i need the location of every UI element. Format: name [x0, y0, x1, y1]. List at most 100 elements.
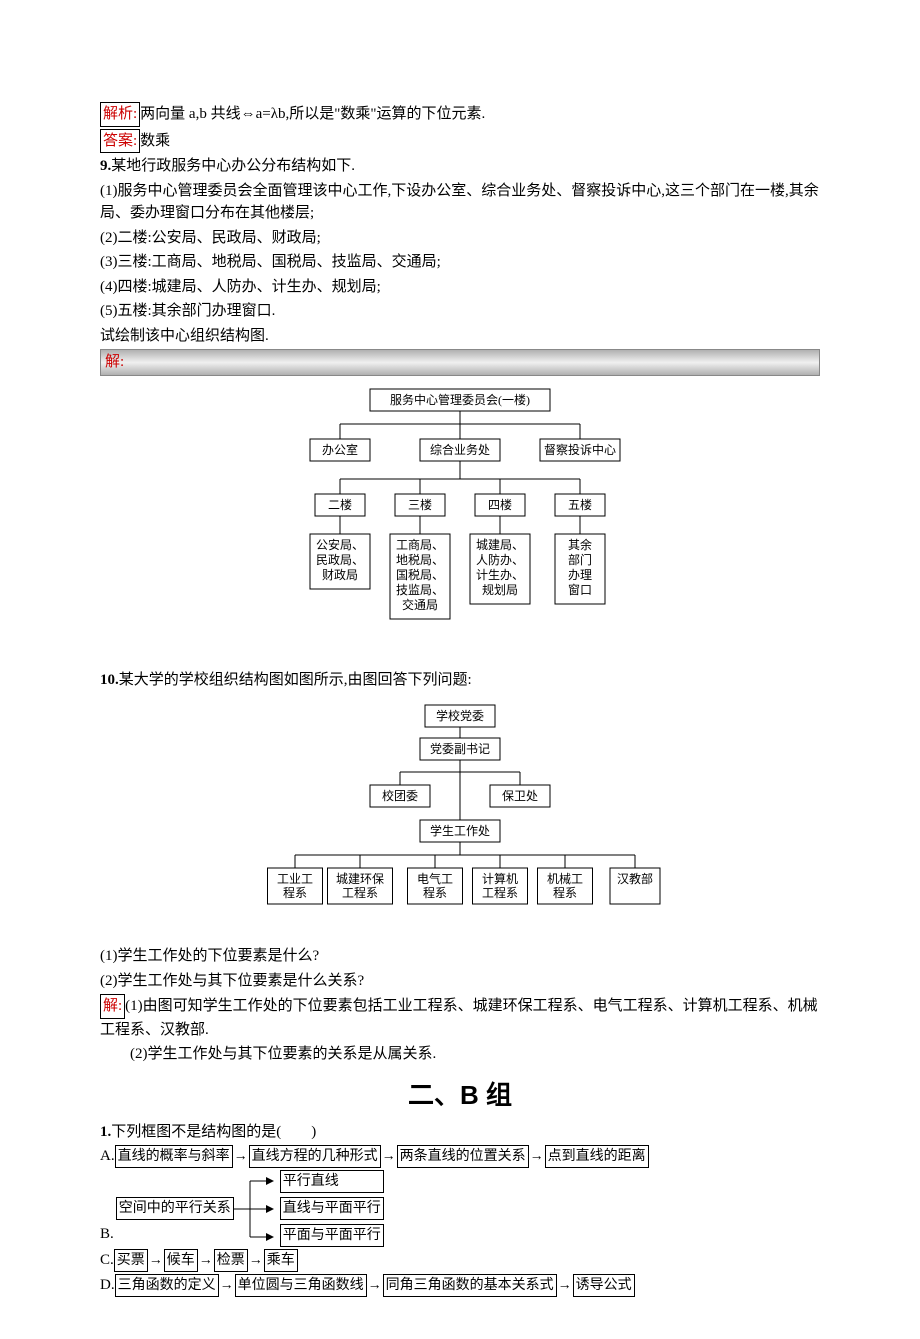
q9-item1: (1)服务中心管理委员会全面管理该中心工作,下设办公室、综合业务处、督察投诉中心… — [100, 180, 820, 225]
svg-text:计生办、: 计生办、 — [476, 567, 524, 582]
q10-sol1: 解:(1)由图可知学生工作处的下位要素包括工业工程系、城建环保工程系、电气工程系… — [100, 994, 820, 1041]
svg-text:党委副书记: 党委副书记 — [430, 741, 490, 756]
q9-item2: (2)二楼:公安局、民政局、财政局; — [100, 227, 820, 250]
q9-line: 9.某地行政服务中心办公分布结构如下. — [100, 155, 820, 178]
svg-text:程系: 程系 — [283, 885, 307, 900]
c-b1: 买票 — [114, 1249, 148, 1272]
q9-item4: (4)四楼:城建局、人防办、计生办、规划局; — [100, 276, 820, 299]
d-b2: 单位圆与三角函数线 — [235, 1274, 367, 1297]
svg-text:机械工: 机械工 — [547, 871, 583, 886]
q10-line: 10.某大学的学校组织结构图如图所示,由图回答下列问题: — [100, 669, 820, 692]
q10-q1: (1)学生工作处的下位要素是什么? — [100, 945, 820, 968]
svg-text:规划局: 规划局 — [482, 582, 518, 597]
q9-solution-bar: 解: — [100, 349, 820, 376]
group-b-title: 二、B 组 — [100, 1076, 820, 1115]
arrow-icon: → — [198, 1250, 214, 1271]
d9-l2-0: 二楼 — [328, 497, 352, 512]
d9-l2-2: 四楼 — [488, 497, 512, 512]
arrow-icon: → — [148, 1250, 164, 1271]
svg-text:城建环保: 城建环保 — [336, 872, 384, 886]
a-b3: 两条直线的位置关系 — [397, 1145, 529, 1168]
q10-num: 10. — [100, 672, 119, 688]
svg-text:计算机: 计算机 — [482, 871, 518, 886]
svg-text:汉教部: 汉教部 — [617, 871, 653, 886]
answer-label: 答案: — [100, 129, 140, 154]
svg-text:地税局、: 地税局、 — [396, 553, 444, 567]
svg-text:民政局、: 民政局、 — [316, 553, 364, 567]
b-left: 空间中的平行关系 — [116, 1197, 234, 1220]
svg-text:程系: 程系 — [553, 885, 577, 900]
d-b1: 三角函数的定义 — [115, 1274, 219, 1297]
svg-text:交通局: 交通局 — [402, 597, 438, 612]
arrow-icon: → — [557, 1275, 573, 1296]
arrow-icon: → — [248, 1250, 264, 1271]
b-r3: 平面与平面平行 — [280, 1224, 384, 1247]
svg-text:工程系: 工程系 — [482, 885, 518, 900]
svg-text:国税局、: 国税局、 — [396, 568, 444, 582]
c-b4: 乘车 — [264, 1249, 298, 1272]
q9-num: 9. — [100, 158, 111, 174]
a-b2: 直线方程的几种形式 — [249, 1145, 381, 1168]
q10-intro: 某大学的学校组织结构图如图所示,由图回答下列问题: — [119, 672, 472, 688]
svg-text:程系: 程系 — [423, 885, 447, 900]
svg-text:校团委: 校团委 — [382, 788, 418, 803]
svg-text:工商局、: 工商局、 — [396, 537, 444, 552]
svg-text:财政局: 财政局 — [322, 568, 358, 582]
d-b4: 诱导公式 — [573, 1274, 635, 1297]
d9-top: 服务中心管理委员会(一楼) — [390, 392, 530, 407]
option-b: B. 空间中的平行关系 平行直线 直线与平面平行 平面与平面平行 — [100, 1170, 820, 1247]
svg-text:工程系: 工程系 — [342, 885, 378, 900]
branch-connector — [234, 1171, 274, 1247]
svg-text:公安局、: 公安局、 — [316, 537, 364, 552]
d9-l2-1: 三楼 — [408, 497, 432, 512]
svg-text:保卫处: 保卫处 — [502, 789, 538, 803]
q8-analysis: 解析:两向量 a,b 共线⇔a=λb,所以是"数乘"运算的下位元素. — [100, 102, 820, 127]
svg-text:电气工: 电气工 — [417, 871, 453, 886]
option-d: D.三角函数的定义→单位圆与三角函数线→同角三角函数的基本关系式→诱导公式 — [100, 1274, 820, 1297]
d9-l2-3: 五楼 — [568, 497, 592, 512]
q9-task: 试绘制该中心组织结构图. — [100, 325, 820, 348]
svg-text:工业工: 工业工 — [277, 872, 313, 886]
arrow-icon: → — [381, 1146, 397, 1167]
svg-text:人防办、: 人防办、 — [476, 552, 524, 567]
c-b2: 候车 — [164, 1249, 198, 1272]
q9-sol-label: 解: — [105, 354, 124, 370]
svg-text:学生工作处: 学生工作处 — [430, 823, 490, 838]
gb-q1: 1.下列框图不是结构图的是( ) — [100, 1121, 820, 1144]
a-b1: 直线的概率与斜率 — [115, 1145, 233, 1168]
svg-text:办理: 办理 — [568, 567, 592, 582]
b-r2: 直线与平面平行 — [280, 1197, 384, 1220]
q9-intro: 某地行政服务中心办公分布结构如下. — [111, 158, 355, 174]
arrow-icon: → — [529, 1146, 545, 1167]
q10-sol-label: 解: — [100, 994, 125, 1019]
gb-q1-stem: 下列框图不是结构图的是( ) — [111, 1124, 316, 1140]
a-b4: 点到直线的距离 — [545, 1145, 649, 1168]
d9-l1-2: 督察投诉中心 — [544, 442, 616, 457]
q10-sol1-text: (1)由图可知学生工作处的下位要素包括工业工程系、城建环保工程系、电气工程系、计… — [100, 998, 818, 1038]
gb-q1-num: 1. — [100, 1124, 111, 1140]
arrow-icon: → — [367, 1275, 383, 1296]
answer-text: 数乘 — [140, 133, 170, 149]
svg-text:窗口: 窗口 — [568, 583, 592, 597]
analysis-text: 两向量 a,b 共线⇔a=λb,所以是"数乘"运算的下位元素. — [140, 106, 485, 122]
q9-item3: (3)三楼:工商局、地税局、国税局、技监局、交通局; — [100, 251, 820, 274]
d9-l1-1: 综合业务处 — [430, 442, 490, 457]
d9-l1-0: 办公室 — [322, 442, 358, 457]
svg-text:部门: 部门 — [568, 552, 592, 567]
q10-q2: (2)学生工作处与其下位要素是什么关系? — [100, 970, 820, 993]
svg-text:技监局、: 技监局、 — [396, 583, 444, 597]
b-r1: 平行直线 — [280, 1170, 384, 1193]
q10-diagram: 学校党委 党委副书记 校团委 保卫处 学生工作处 工业工程系城建环保工程系电气工… — [100, 700, 820, 938]
q9-item5: (5)五楼:其余部门办理窗口. — [100, 300, 820, 323]
option-a: A.直线的概率与斜率→直线方程的几种形式→两条直线的位置关系→点到直线的距离 — [100, 1145, 820, 1168]
svg-text:其余: 其余 — [568, 537, 592, 552]
svg-text:学校党委: 学校党委 — [436, 708, 484, 723]
option-c: C.买票→候车→检票→乘车 — [100, 1249, 820, 1272]
arrow-icon: → — [219, 1275, 235, 1296]
q9-diagram: 服务中心管理委员会(一楼) 办公室 综合业务处 督察投诉中心 二楼 三楼 四楼 … — [100, 384, 820, 662]
d-b3: 同角三角函数的基本关系式 — [383, 1274, 557, 1297]
analysis-label: 解析: — [100, 102, 140, 127]
q10-sol2: (2)学生工作处与其下位要素的关系是从属关系. — [100, 1043, 820, 1066]
c-b3: 检票 — [214, 1249, 248, 1272]
arrow-icon: → — [233, 1146, 249, 1167]
